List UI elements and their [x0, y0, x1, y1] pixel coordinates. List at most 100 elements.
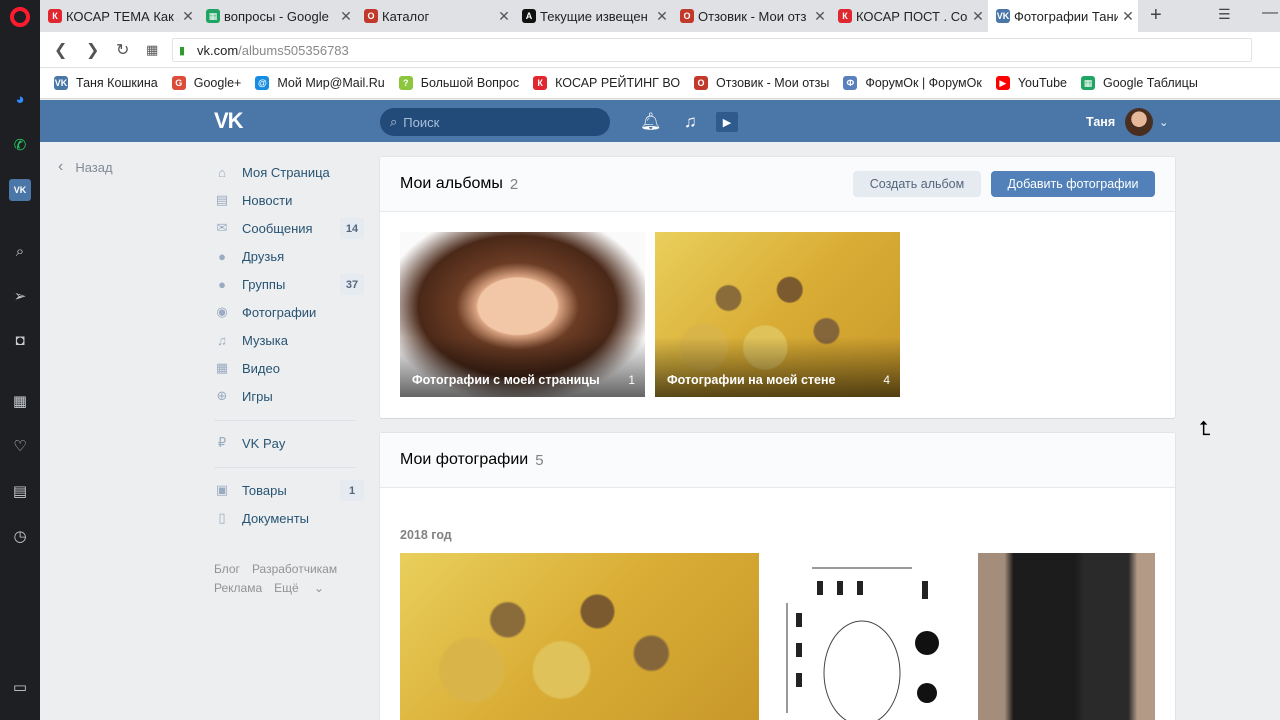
sidebar-toggle-icon[interactable]: ▭	[9, 676, 31, 698]
search-box[interactable]: ⌕	[380, 108, 610, 136]
home-icon: ⌂	[218, 164, 226, 180]
bookmark-item[interactable]: VK Таня Кошкина	[54, 76, 158, 90]
bookmark-item[interactable]: @ Мой Мир@Mail.Ru	[255, 76, 385, 90]
bookmark-item[interactable]: G Google+	[171, 76, 241, 90]
ads-link[interactable]: Реклама	[214, 581, 262, 595]
menu-item[interactable]: ◉ Фотографии	[214, 298, 364, 326]
news-icon: ▤	[215, 192, 229, 207]
photo-thumbnail[interactable]	[772, 553, 954, 720]
close-icon[interactable]: ✕	[968, 8, 988, 25]
search-icon[interactable]: ⌕	[9, 240, 31, 262]
tab-menu-icon[interactable]: ☰	[1218, 6, 1231, 23]
search-input[interactable]	[403, 114, 584, 130]
notifications-icon[interactable]: 🔔︎	[640, 112, 662, 132]
albums-title: Мои альбомы	[400, 175, 503, 192]
new-tab-icon[interactable]: +	[1150, 4, 1162, 27]
browser-tab[interactable]: O Отзовик - Мои отз ✕	[672, 0, 830, 32]
photos-header: Мои фотографии 5	[380, 433, 1175, 488]
tab-title: Каталог	[382, 8, 430, 24]
album-tile[interactable]: Фотографии с моей страницы 1	[400, 232, 645, 397]
developers-link[interactable]: Разработчикам	[252, 562, 337, 576]
url-path: /albums505356783	[238, 42, 349, 58]
menu-item[interactable]: ▤ Новости	[214, 186, 364, 214]
vk-icon: VK	[996, 9, 1010, 23]
photo-thumbnail[interactable]	[978, 553, 1155, 720]
menu-item-label: Фотографии	[242, 304, 317, 320]
music-icon[interactable]: ♫	[684, 112, 697, 132]
news-feed-icon[interactable]: ▤	[9, 480, 31, 502]
menu-item[interactable]: ✉ Сообщения 14	[214, 214, 364, 242]
snapshot-icon[interactable]: ◘	[9, 329, 31, 351]
add-photos-button[interactable]: Добавить фотографии	[991, 171, 1155, 197]
browser-tab[interactable]: VK Фотографии Тани ✕	[988, 0, 1138, 32]
kosar-icon: К	[838, 9, 852, 23]
vk-logo[interactable]: VK	[214, 108, 244, 134]
messenger-icon[interactable]: ◕	[9, 88, 31, 110]
back-icon[interactable]: ❮	[54, 40, 67, 60]
history-icon[interactable]: ◷	[9, 525, 31, 547]
send-icon[interactable]: ➢	[9, 285, 31, 307]
album-tile[interactable]: Фотографии на моей стене 4	[655, 232, 900, 397]
menu-divider	[214, 420, 356, 421]
bookmark-item[interactable]: ▦ Google Таблицы	[1080, 76, 1198, 90]
menu-item-vkpay[interactable]: ₽ VK Pay	[214, 429, 364, 457]
close-icon[interactable]: ✕	[494, 8, 514, 25]
tabs-grid-icon[interactable]: ▦	[146, 42, 158, 58]
bookmark-item[interactable]: К КОСАР РЕЙТИНГ ВО	[533, 76, 680, 90]
close-icon[interactable]: ✕	[1118, 8, 1138, 25]
speed-dial-icon[interactable]: ▦	[9, 390, 31, 412]
whatsapp-icon[interactable]: ✆	[9, 134, 31, 156]
create-album-button[interactable]: Создать альбом	[853, 171, 981, 197]
back-link[interactable]: ‹ Назад	[58, 158, 113, 176]
bookmark-label: Отзовик - Мои отзы	[716, 76, 830, 90]
forward-icon[interactable]: ❯	[86, 40, 99, 60]
bag-icon: ▣	[215, 482, 229, 497]
back-label: Назад	[75, 159, 113, 175]
browser-tab[interactable]: A Текущие извещен ✕	[514, 0, 672, 32]
counter-badge: 14	[340, 218, 364, 239]
menu-divider	[214, 467, 356, 468]
bookmark-item[interactable]: ▶ YouTube	[995, 76, 1067, 90]
bookmark-item[interactable]: O Отзовик - Мои отзы	[694, 76, 829, 90]
reload-icon[interactable]: ↻	[116, 40, 129, 60]
url-field[interactable]: ▮ vk.com/albums505356783	[172, 38, 1252, 62]
browser-tab[interactable]: К КОСАР ПОСТ . Соз ✕	[830, 0, 988, 32]
close-icon[interactable]: ✕	[652, 8, 672, 25]
user-menu[interactable]: Таня ⌄	[1086, 108, 1168, 136]
browser-tab[interactable]: ▦ вопросы - Google ✕	[198, 0, 356, 32]
menu-item-label: Сообщения	[242, 220, 313, 236]
menu-item-label: Видео	[242, 360, 280, 376]
browser-tab[interactable]: O Каталог ✕	[356, 0, 514, 32]
menu-item[interactable]: ● Друзья	[214, 242, 364, 270]
heart-icon[interactable]: ♡	[9, 435, 31, 457]
chevron-left-icon: ‹	[58, 158, 64, 175]
more-link[interactable]: Ещё ⌄	[274, 581, 324, 595]
search-icon: ⌕	[390, 114, 398, 129]
albums-card: Мои альбомы 2 Создать альбом Добавить фо…	[380, 157, 1175, 418]
menu-item[interactable]: ● Группы 37	[214, 270, 364, 298]
blog-link[interactable]: Блог	[214, 562, 240, 576]
vk-sidebar-icon[interactable]: VK	[9, 179, 31, 201]
photo-thumbnail[interactable]	[400, 553, 759, 720]
bookmark-icon: O	[694, 76, 709, 90]
games-icon: ⊕	[216, 388, 228, 403]
kosar-icon: К	[48, 9, 62, 23]
bookmark-item[interactable]: Ф ФорумОк | ФорумОк	[843, 76, 982, 90]
menu-item[interactable]: ▯ Документы	[214, 504, 364, 532]
menu-item[interactable]: ⊕ Игры	[214, 382, 364, 410]
menu-item[interactable]: ♫ Музыка	[214, 326, 364, 354]
address-bar: ❮ ❯ ↻ ▦ ▮ vk.com/albums505356783	[40, 32, 1280, 68]
close-icon[interactable]: ✕	[810, 8, 830, 25]
opera-logo-icon[interactable]	[9, 6, 31, 28]
menu-item[interactable]: ▦ Видео	[214, 354, 364, 382]
menu-item[interactable]: ⌂ Моя Страница	[214, 158, 364, 186]
bookmark-label: КОСАР РЕЙТИНГ ВО	[555, 76, 681, 90]
browser-tab[interactable]: К КОСАР ТЕМА Как з ✕	[40, 0, 198, 32]
close-icon[interactable]: ✕	[178, 8, 198, 25]
close-icon[interactable]: ✕	[336, 8, 356, 25]
bookmark-item[interactable]: ? Большой Вопрос	[398, 76, 519, 90]
play-icon[interactable]: ▶	[716, 112, 738, 132]
minimize-icon[interactable]: —	[1262, 4, 1278, 22]
friends-icon: ●	[218, 248, 226, 264]
menu-item[interactable]: ▣ Товары 1	[214, 476, 364, 504]
